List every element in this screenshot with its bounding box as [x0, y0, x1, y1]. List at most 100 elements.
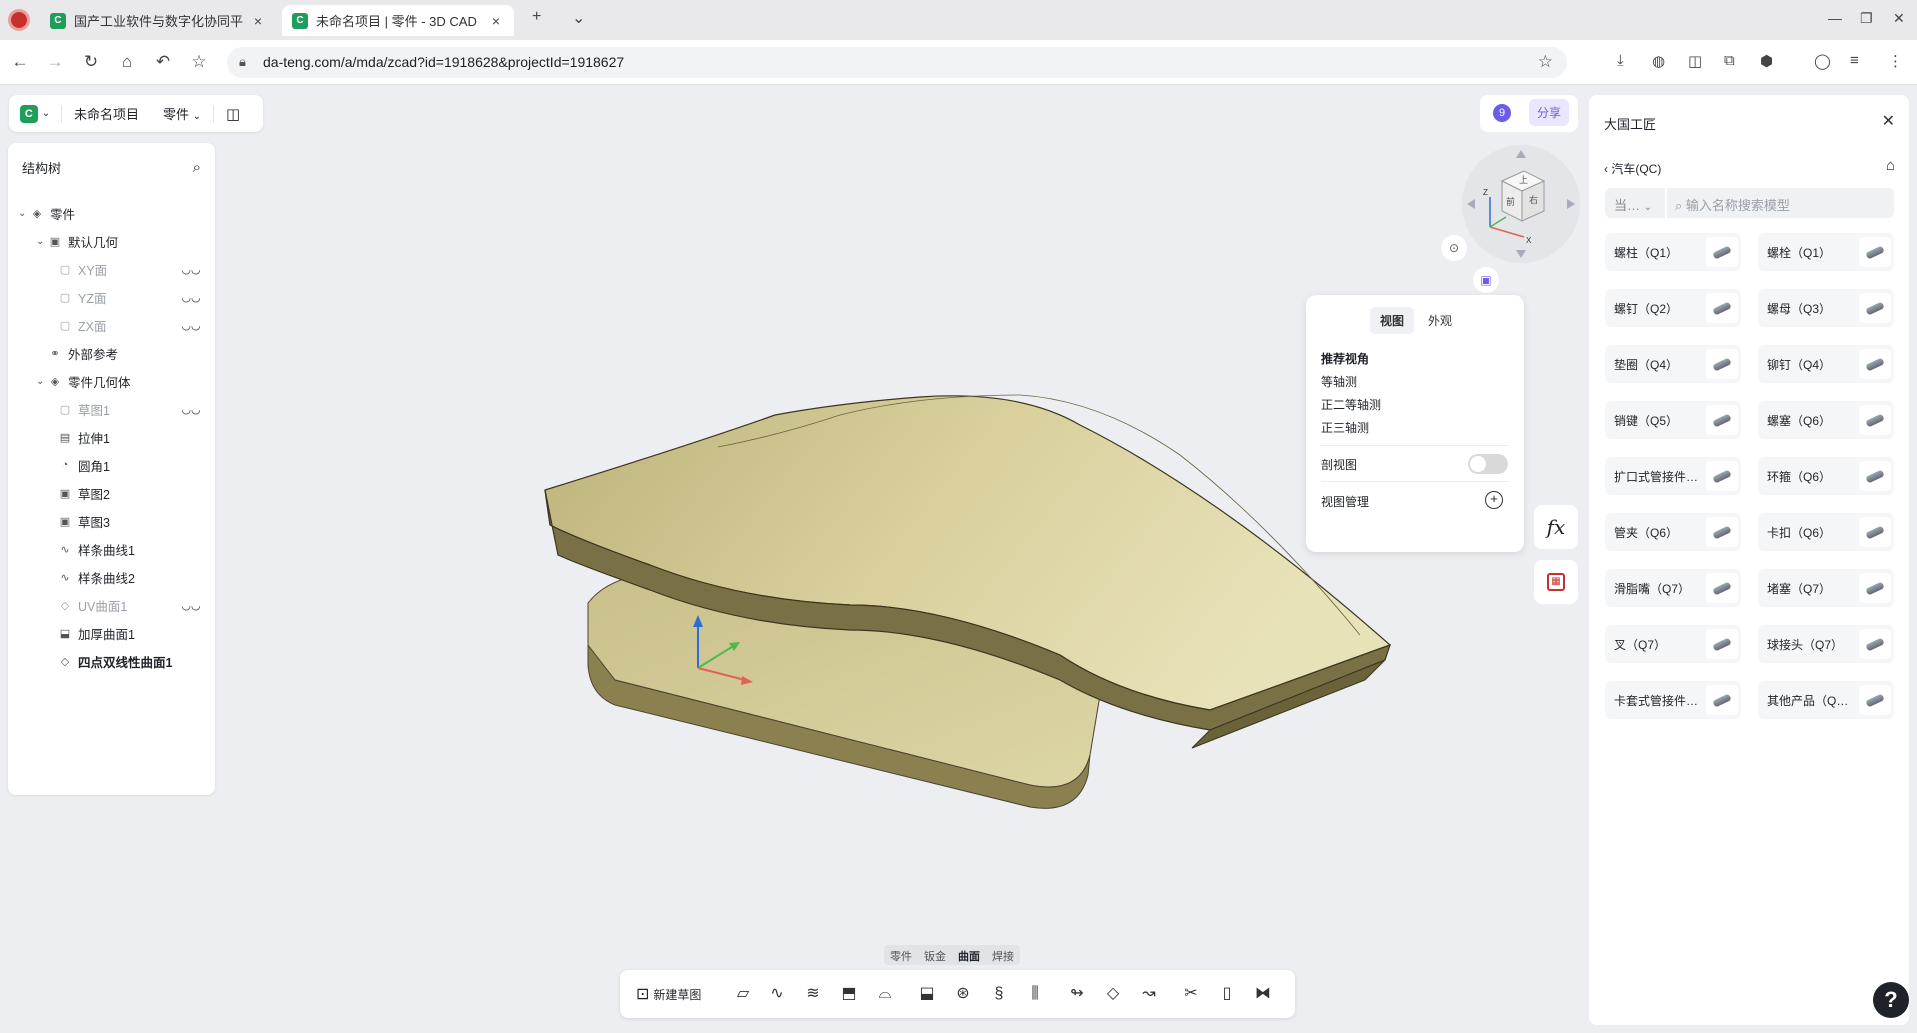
view-trimetric[interactable]: 正三轴测 — [1321, 419, 1369, 436]
tree-item-fillet1[interactable]: ◔ 圆角1 — [8, 451, 215, 479]
tree-item-external-ref[interactable]: ⚭ 外部参考 — [8, 339, 215, 367]
rotate-up-arrow-icon[interactable] — [1516, 150, 1526, 158]
search-icon[interactable]: ⌕ — [193, 159, 201, 176]
project-name[interactable]: 未命名项目 — [62, 104, 151, 123]
minimize-icon[interactable]: — — [1828, 10, 1842, 26]
rotate-right-arrow-icon[interactable] — [1567, 199, 1575, 209]
chevron-down-icon[interactable]: ⌄ — [36, 236, 48, 247]
model-card[interactable]: 扩口式管接件… — [1605, 457, 1741, 495]
back-icon[interactable]: ← — [9, 52, 31, 72]
rotate-left-arrow-icon[interactable] — [1467, 199, 1475, 209]
tree-item-bilinear-surface1[interactable]: ◇ 四点双线性曲面1 — [8, 647, 215, 675]
view-cube[interactable]: 上 前 右 Z X — [1462, 145, 1580, 263]
tab-list-button[interactable]: ⌄ — [572, 8, 585, 28]
tab-surface[interactable]: 曲面 — [952, 945, 986, 965]
view-isometric[interactable]: 等轴测 — [1321, 373, 1357, 390]
tab-platform[interactable]: C 国产工业软件与数字化协同平 × — [40, 5, 276, 36]
help-button[interactable]: ? — [1873, 982, 1909, 1018]
extension-icon[interactable]: ⧉ — [1724, 52, 1735, 69]
close-tab-icon[interactable]: × — [250, 13, 266, 29]
rotate-down-arrow-icon[interactable] — [1516, 250, 1526, 258]
tab-part[interactable]: 零件 — [884, 945, 918, 965]
adblock-icon[interactable]: ⬢ — [1760, 52, 1773, 70]
view-dimetric[interactable]: 正二等轴测 — [1321, 396, 1381, 413]
tab-weld[interactable]: 焊接 — [986, 945, 1020, 965]
tab-appearance[interactable]: 外观 — [1418, 307, 1462, 334]
hidden-eye-icon[interactable]: ◡◡ — [181, 403, 201, 416]
forward-icon[interactable]: → — [44, 52, 66, 72]
breadcrumb[interactable]: ‹ 汽车(QC) — [1604, 160, 1661, 177]
translate-icon[interactable]: ◍ — [1652, 52, 1665, 70]
model-card[interactable]: 销键（Q5） — [1605, 401, 1741, 439]
fit-view-icon[interactable]: ⊙ — [1441, 235, 1467, 261]
model-card[interactable]: 螺栓（Q1） — [1758, 233, 1894, 271]
chevron-down-icon[interactable]: ⌄ — [36, 376, 48, 387]
tab-cad[interactable]: C 未命名项目 | 零件 - 3D CAD × — [282, 5, 514, 36]
unfold-icon[interactable]: ▯ — [1216, 984, 1238, 1004]
home-icon[interactable]: ⌂ — [116, 52, 138, 72]
tab-sheet-metal[interactable]: 钣金 — [918, 945, 952, 965]
model-card[interactable]: 叉（Q7） — [1605, 625, 1741, 663]
model-card[interactable]: 滑脂嘴（Q7） — [1605, 569, 1741, 607]
bilinear-surface-icon[interactable]: ◇ — [1102, 984, 1124, 1004]
bookmark-icon[interactable]: ☆ — [188, 52, 210, 72]
new-tab-button[interactable]: + — [532, 8, 541, 26]
menu-icon[interactable]: ⋮ — [1888, 52, 1903, 70]
report-button[interactable]: ▦ — [1534, 560, 1578, 604]
model-card[interactable]: 其他产品（Q… — [1758, 681, 1894, 719]
revolve-surface-icon[interactable]: ⊛ — [952, 984, 974, 1004]
tree-item-zx-plane[interactable]: ▢ ZX面 ◡◡ — [8, 311, 215, 339]
tree-item-spline1[interactable]: ∿ 样条曲线1 — [8, 535, 215, 563]
trim-icon[interactable]: ✂ — [1180, 984, 1202, 1004]
doc-type-dropdown[interactable]: 零件 ⌄ — [151, 104, 213, 123]
offset-surface-icon[interactable]: ↝ — [1138, 984, 1160, 1004]
add-view-icon[interactable]: + — [1485, 491, 1503, 509]
formula-button[interactable]: fx — [1534, 505, 1578, 549]
model-card[interactable]: 管夹（Q6） — [1605, 513, 1741, 551]
close-tab-icon[interactable]: × — [488, 13, 504, 29]
tree-item-thicken1[interactable]: ⬓ 加厚曲面1 — [8, 619, 215, 647]
app-menu-button[interactable]: C ⌄ — [9, 95, 61, 132]
scope-select[interactable]: 当… ⌄ — [1605, 188, 1665, 218]
screenshot-icon[interactable]: ◫ — [1688, 52, 1702, 70]
reload-icon[interactable]: ↻ — [80, 52, 102, 72]
hidden-eye-icon[interactable]: ◡◡ — [181, 319, 201, 332]
stitch-icon[interactable]: ⧓ — [1252, 984, 1274, 1004]
extrude-surface-icon[interactable]: ⬒ — [838, 984, 860, 1004]
view-settings-icon[interactable]: ▣ — [1473, 267, 1499, 293]
spline-icon[interactable]: ∿ — [766, 984, 788, 1004]
panel-toggle-icon[interactable]: ◫ — [214, 105, 252, 123]
loft-icon[interactable]: ≋ — [802, 984, 824, 1004]
profile-icon[interactable]: ◯ — [1814, 52, 1831, 70]
tree-item-part-body[interactable]: ⌄ ◈ 零件几何体 — [8, 367, 215, 395]
sketch-plane-icon[interactable]: ▱ — [732, 984, 754, 1004]
tree-item-extrude1[interactable]: ▤ 拉伸1 — [8, 423, 215, 451]
star-icon[interactable]: ☆ — [1538, 52, 1553, 72]
model-card[interactable]: 螺塞（Q6） — [1758, 401, 1894, 439]
tree-item-part[interactable]: ⌄ ◈ 零件 — [8, 199, 215, 227]
tree-item-sketch1[interactable]: ▢ 草图1 ◡◡ — [8, 395, 215, 423]
3d-viewport[interactable] — [220, 135, 1585, 1015]
settings-icon[interactable]: ≡ — [1850, 52, 1859, 69]
model-card[interactable]: 螺母（Q3） — [1758, 289, 1894, 327]
hidden-eye-icon[interactable]: ◡◡ — [181, 599, 201, 612]
tree-item-uv-surface1[interactable]: ◇ UV曲面1 ◡◡ — [8, 591, 215, 619]
tree-item-yz-plane[interactable]: ▢ YZ面 ◡◡ — [8, 283, 215, 311]
home-icon[interactable]: ⌂ — [1886, 157, 1895, 174]
download-icon[interactable]: ⤓ — [1617, 52, 1624, 69]
hidden-eye-icon[interactable]: ◡◡ — [181, 263, 201, 276]
tab-view[interactable]: 视图 — [1370, 307, 1415, 334]
boundary-surface-icon[interactable]: ⌓ — [874, 984, 896, 1004]
model-card[interactable]: 球接头（Q7） — [1758, 625, 1894, 663]
view-cube-graphic[interactable]: 上 前 右 Z X — [1462, 145, 1580, 263]
section-view-toggle[interactable] — [1468, 454, 1508, 474]
close-icon[interactable]: ✕ — [1882, 111, 1895, 131]
model-card[interactable]: 垫圈（Q4） — [1605, 345, 1741, 383]
share-button[interactable]: 分享 — [1529, 99, 1569, 126]
chevron-down-icon[interactable]: ⌄ — [18, 208, 30, 219]
restore-icon[interactable]: ❐ — [1860, 10, 1873, 27]
undo-icon[interactable]: ↶ — [152, 52, 174, 72]
model-search-input[interactable]: ⌕ 输入名称搜索模型 — [1667, 188, 1894, 218]
extend-icon[interactable]: ↬ — [1066, 984, 1088, 1004]
ruled-surface-icon[interactable]: ⫼ — [1024, 984, 1046, 1004]
